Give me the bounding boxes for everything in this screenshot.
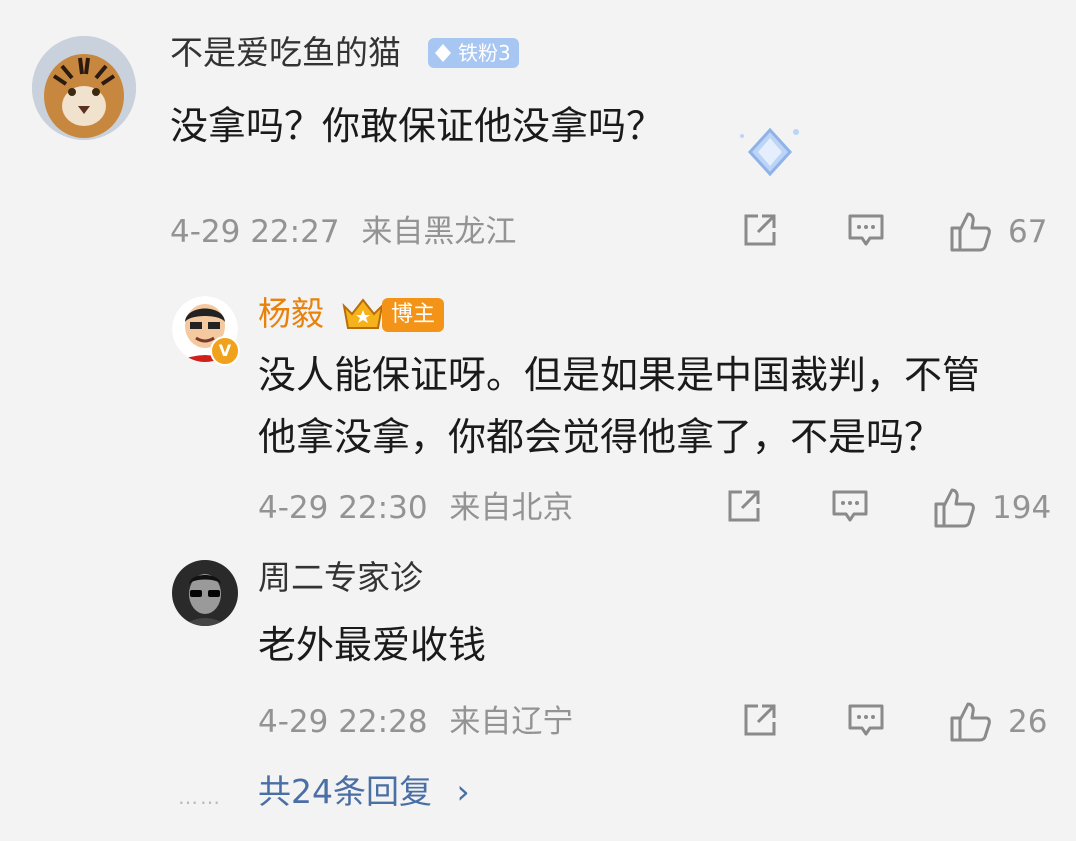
fan-level-badge: 铁粉3 (428, 38, 519, 68)
share-icon[interactable] (740, 210, 780, 250)
like-icon[interactable] (932, 486, 976, 530)
chevron-right-icon: › (456, 772, 470, 811)
like-count: 194 (992, 490, 1052, 526)
crown-icon (342, 298, 384, 329)
comment-text: 没拿吗？你敢保证他没拿吗？ (170, 95, 664, 157)
timestamp: 4-29 22:27 (170, 214, 340, 250)
view-replies-label: 共24条回复 (258, 772, 432, 811)
more-dots: …… (178, 785, 222, 809)
share-icon[interactable] (724, 486, 764, 526)
comment-text: 没人能保证呀。但是如果是中国裁判，不管 他拿没拿，你都会觉得他拿了，不是吗？ (258, 344, 980, 468)
like-count: 26 (1008, 704, 1048, 740)
comment-line: 没人能保证呀。但是如果是中国裁判，不管 (258, 353, 981, 397)
avatar-sunglasses[interactable] (172, 560, 238, 626)
verified-badge-icon: V (210, 336, 240, 366)
diamond-sticker-icon (740, 127, 799, 177)
username[interactable]: 不是爱吃鱼的猫 (170, 33, 401, 73)
comment-text: 老外最爱收钱 (258, 614, 486, 676)
timestamp: 4-29 22:30 (258, 490, 428, 526)
username[interactable]: 杨毅 (258, 294, 324, 334)
username[interactable]: 周二专家诊 (258, 558, 423, 598)
like-icon[interactable] (948, 700, 992, 744)
avatar-tiger[interactable] (32, 36, 136, 140)
comment-line: 没拿吗？你敢保证他没拿吗？ (170, 104, 665, 148)
location: 来自黑龙江 (361, 214, 517, 250)
comment-actions: 67 (740, 210, 1060, 254)
comment-line: 他拿没拿，你都会觉得他拿了，不是吗？ (258, 415, 943, 459)
reply-icon[interactable] (846, 210, 886, 250)
location: 来自辽宁 (449, 704, 574, 740)
blogger-badge: 博主 (382, 298, 445, 332)
timestamp: 4-29 22:28 (258, 704, 428, 740)
view-replies-link[interactable]: 共24条回复 › (258, 770, 470, 814)
reply-icon[interactable] (830, 486, 870, 526)
comment-meta: 4-29 22:27 来自黑龙江 (170, 212, 516, 252)
fan-badge-label: 铁粉3 (458, 41, 511, 65)
comment-meta: 4-29 22:30 来自北京 (258, 488, 573, 528)
comment-actions: 26 (740, 700, 1060, 744)
like-count: 67 (1008, 214, 1048, 250)
diamond-icon (435, 44, 451, 62)
reply-icon[interactable] (846, 700, 886, 740)
share-icon[interactable] (740, 700, 780, 740)
comment-meta: 4-29 22:28 来自辽宁 (258, 702, 573, 742)
location: 来自北京 (449, 490, 574, 526)
comment-line: 老外最爱收钱 (258, 623, 487, 667)
like-icon[interactable] (948, 210, 992, 254)
comment-actions: 194 (724, 486, 1064, 530)
